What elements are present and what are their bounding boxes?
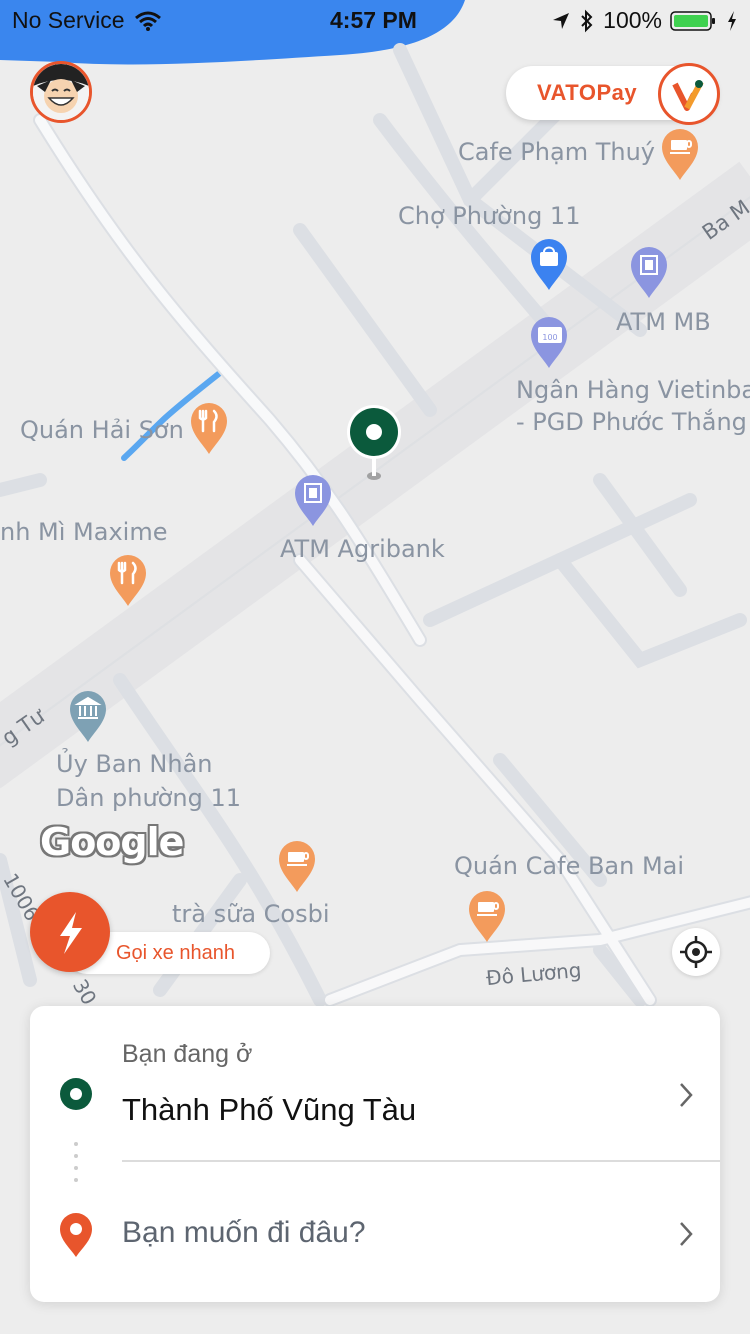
origin-dot-icon <box>60 1078 92 1110</box>
restaurant-icon[interactable] <box>189 400 229 456</box>
map-label-quan-hai-son: Quán Hải Sơn <box>20 416 184 444</box>
map-label-cafe-ban-mai: Quán Cafe Ban Mai <box>454 852 685 880</box>
vatopay-label: VATOPay <box>537 80 638 105</box>
avatar[interactable] <box>30 61 92 123</box>
chevron-right-icon <box>680 1222 693 1246</box>
wifi-icon <box>135 11 162 31</box>
svg-text:100: 100 <box>542 333 557 342</box>
current-location-caption: Bạn đang ở <box>122 1040 253 1068</box>
map-label-cho-phuong-11: Chợ Phường 11 <box>398 202 581 230</box>
map-label-vietinbank-2: - PGD Phước Thắng <box>516 408 747 436</box>
destination-row[interactable]: Bạn muốn đi đâu? <box>30 1162 720 1302</box>
map-label-tra-sua-cosbi: trà sữa Cosbi <box>172 900 330 928</box>
map-label-vietinbank-1: Ngân Hàng Vietinba <box>516 376 750 404</box>
bank-icon[interactable]: 100 <box>529 314 569 370</box>
map-label-uy-ban-2: Dân phường 11 <box>56 784 241 812</box>
map-label-uy-ban-1: Ủy Ban Nhân <box>56 750 213 778</box>
restaurant-icon[interactable] <box>108 552 148 608</box>
status-time: 4:57 PM <box>330 7 417 33</box>
trip-card: Bạn đang ở Thành Phố Vũng Tàu Bạn muốn đ… <box>30 1006 720 1302</box>
government-icon[interactable] <box>68 688 108 744</box>
map-label-atm-agribank: ATM Agribank <box>280 535 445 563</box>
charging-icon <box>728 10 736 31</box>
carrier-label: No Service <box>12 7 125 33</box>
cafe-icon[interactable] <box>660 126 700 182</box>
chevron-right-icon <box>680 1083 693 1107</box>
destination-input: Bạn muốn đi đâu? <box>122 1216 366 1249</box>
atm-icon[interactable] <box>629 244 669 300</box>
status-bar: No Service 4:57 PM 100% <box>0 0 750 40</box>
quick-ride-button[interactable] <box>30 892 110 972</box>
google-attribution: Google <box>40 820 184 864</box>
atm-icon[interactable] <box>293 472 333 528</box>
location-arrow-icon <box>553 12 570 29</box>
battery-percent: 100% <box>603 7 662 33</box>
map-label-atm-mb: ATM MB <box>616 308 711 336</box>
vatopay-logo-icon <box>658 63 720 125</box>
bluetooth-icon <box>581 9 593 32</box>
current-location-value: Thành Phố Vũng Tàu <box>122 1092 417 1127</box>
battery-icon <box>670 10 715 31</box>
map-label-banh-mi-maxime: nh Mì Maxime <box>0 518 168 546</box>
quick-ride-label: Gọi xe nhanh <box>116 942 235 964</box>
lightning-icon <box>60 912 82 954</box>
map-label-cafe-pham-thuy: Cafe Phạm Thuý <box>458 138 655 166</box>
cafe-icon[interactable] <box>277 838 317 894</box>
shopping-icon[interactable] <box>529 236 569 292</box>
locate-button[interactable] <box>672 928 720 976</box>
locate-icon <box>680 936 712 968</box>
vatopay-button[interactable]: VATOPay <box>506 63 720 125</box>
pickup-pin-icon[interactable] <box>344 404 404 484</box>
cafe-icon[interactable] <box>467 888 507 944</box>
current-location-row[interactable]: Bạn đang ở Thành Phố Vũng Tàu <box>30 1006 720 1160</box>
destination-pin-icon <box>60 1213 92 1257</box>
